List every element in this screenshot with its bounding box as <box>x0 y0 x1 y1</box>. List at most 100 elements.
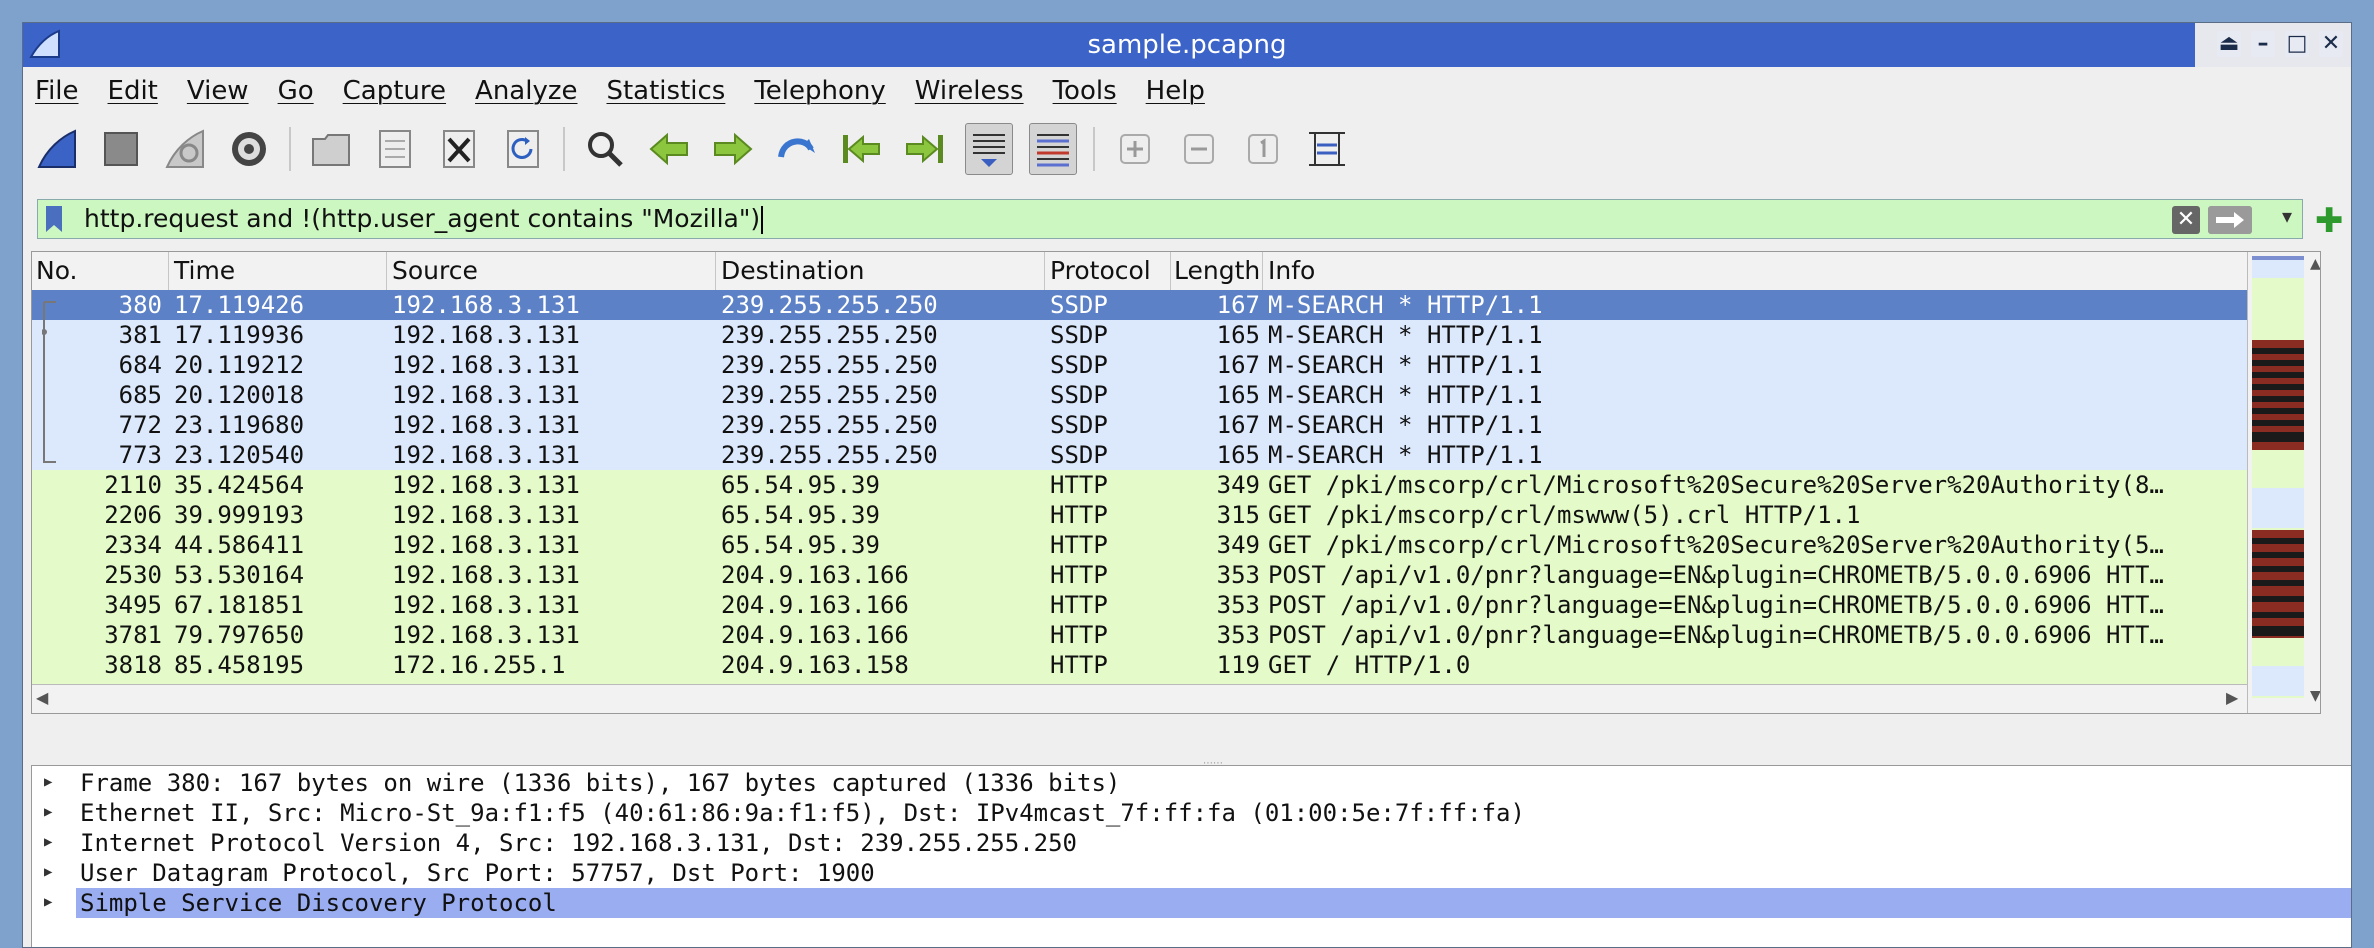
menu-analyze[interactable]: Analyze <box>475 76 577 106</box>
packet-row[interactable]: 3495 67.181851 192.168.3.131 204.9.163.166 H… <box>32 590 2247 620</box>
vertical-scrollbar[interactable]: ▲ ▼ <box>2247 252 2320 713</box>
packet-row[interactable]: 685 20.120018 192.168.3.131 239.255.255.250… <box>32 380 2247 410</box>
column-header-info[interactable]: Info <box>1268 256 1315 285</box>
column-header-source[interactable]: Source <box>392 256 478 285</box>
detail-row-ethernet[interactable]: ▶ Ethernet II, Src: Micro-St_9a:f1:f5 (4… <box>32 798 2351 828</box>
detail-row-ssdp[interactable]: ▶ Simple Service Discovery Protocol <box>32 888 2351 918</box>
expand-arrow-icon[interactable]: ▶ <box>44 894 52 910</box>
maximize-icon[interactable]: □ <box>2285 31 2309 57</box>
go-to-packet-button[interactable] <box>773 123 821 175</box>
cell-src: 192.168.3.131 <box>392 321 580 349</box>
column-divider[interactable] <box>386 252 387 290</box>
packet-row[interactable]: 2206 39.999193 192.168.3.131 65.54.95.39 HTT… <box>32 500 2247 530</box>
display-filter-input[interactable]: http.request and !(http.user_agent conta… <box>84 204 764 234</box>
zoom-in-icon <box>1120 134 1150 164</box>
cell-src: 192.168.3.131 <box>392 351 580 379</box>
packet-row[interactable]: 3818 85.458195 172.16.255.1 204.9.163.158 HT… <box>32 650 2247 680</box>
detail-text: Ethernet II, Src: Micro-St_9a:f1:f5 (40:… <box>80 799 1525 827</box>
packet-row[interactable]: 380 17.119426 192.168.3.131 239.255.255.250… <box>32 290 2247 320</box>
zoom-out-button[interactable] <box>1175 123 1223 175</box>
first-packet-button[interactable] <box>837 123 885 175</box>
menu-view[interactable]: View <box>187 76 249 106</box>
packet-row[interactable]: 2110 35.424564 192.168.3.131 65.54.95.39 HTT… <box>32 470 2247 500</box>
start-capture-button[interactable] <box>33 123 81 175</box>
detail-row-frame[interactable]: ▶ Frame 380: 167 bytes on wire (1336 bit… <box>32 768 2351 798</box>
packet-row[interactable]: 773 23.120540 192.168.3.131 239.255.255.250… <box>32 440 2247 470</box>
shade-icon[interactable]: ⏏ <box>2217 31 2241 57</box>
packet-row[interactable]: 2530 53.530164 192.168.3.131 204.9.163.166 H… <box>32 560 2247 590</box>
restart-capture-button[interactable] <box>161 123 209 175</box>
packet-row[interactable]: 381 17.119936 192.168.3.131 239.255.255.250… <box>32 320 2247 350</box>
filter-history-dropdown-icon[interactable]: ▾ <box>2282 204 2292 228</box>
close-icon[interactable]: ✕ <box>2319 31 2343 57</box>
resize-columns-icon <box>1309 132 1345 166</box>
title-bar[interactable]: sample.pcapng ⏏ – □ ✕ <box>23 23 2351 67</box>
wireshark-window: sample.pcapng ⏏ – □ ✕ File Edit View Go … <box>22 22 2352 948</box>
colorize-button[interactable] <box>1029 123 1077 175</box>
packet-row[interactable]: 684 20.119212 192.168.3.131 239.255.255.250… <box>32 350 2247 380</box>
last-packet-button[interactable] <box>901 123 949 175</box>
reload-file-button[interactable] <box>499 123 547 175</box>
pane-splitter-handle[interactable]: ⋯⋯ <box>1203 758 1233 769</box>
column-header-destination[interactable]: Destination <box>721 256 864 285</box>
column-divider[interactable] <box>1170 252 1171 290</box>
column-divider[interactable] <box>1262 252 1263 290</box>
packet-row[interactable]: 772 23.119680 192.168.3.131 239.255.255.250… <box>32 410 2247 440</box>
stop-capture-button[interactable] <box>97 123 145 175</box>
menu-file[interactable]: File <box>35 76 79 106</box>
scroll-down-icon[interactable]: ▼ <box>2310 688 2320 704</box>
menu-statistics[interactable]: Statistics <box>606 76 725 106</box>
bookmark-icon[interactable] <box>44 204 64 234</box>
colorize-icon <box>1037 134 1069 167</box>
cell-src: 192.168.3.131 <box>392 501 580 529</box>
zoom-in-button[interactable] <box>1111 123 1159 175</box>
display-filter-text: http.request and !(http.user_agent conta… <box>84 204 761 233</box>
expand-arrow-icon[interactable]: ▶ <box>44 774 52 790</box>
menu-edit[interactable]: Edit <box>108 76 158 106</box>
expand-arrow-icon[interactable]: ▶ <box>44 864 52 880</box>
menu-go[interactable]: Go <box>278 76 314 106</box>
packet-minimap[interactable] <box>2252 256 2304 698</box>
column-header-length[interactable]: Length <box>1174 256 1260 285</box>
clear-filter-icon[interactable]: ✕ <box>2172 206 2200 234</box>
scroll-up-icon[interactable]: ▲ <box>2310 256 2320 272</box>
autoscroll-button[interactable] <box>965 123 1013 175</box>
cell-len: 315 <box>1216 501 1260 529</box>
menu-wireless[interactable]: Wireless <box>915 76 1024 106</box>
close-file-button[interactable] <box>435 123 483 175</box>
save-file-button[interactable] <box>371 123 419 175</box>
go-forward-button[interactable] <box>709 123 757 175</box>
apply-filter-icon[interactable] <box>2208 206 2252 234</box>
start-capture-icon <box>37 129 76 168</box>
packet-row[interactable]: 2334 44.586411 192.168.3.131 65.54.95.39 HTT… <box>32 530 2247 560</box>
menu-help[interactable]: Help <box>1146 76 1205 106</box>
normal-size-button[interactable] <box>1239 123 1287 175</box>
packet-row[interactable]: 3781 79.797650 192.168.3.131 204.9.163.166 H… <box>32 620 2247 650</box>
expand-arrow-icon[interactable]: ▶ <box>44 804 52 820</box>
column-divider[interactable] <box>715 252 716 290</box>
add-filter-button-icon[interactable]: ✚ <box>2315 201 2344 241</box>
column-header-protocol[interactable]: Protocol <box>1050 256 1151 285</box>
menu-capture[interactable]: Capture <box>343 76 446 106</box>
column-divider[interactable] <box>168 252 169 290</box>
detail-row-ipv4[interactable]: ▶ Internet Protocol Version 4, Src: 192.… <box>32 828 2351 858</box>
detail-row-udp[interactable]: ▶ User Datagram Protocol, Src Port: 5775… <box>32 858 2351 888</box>
resize-columns-button[interactable] <box>1303 123 1351 175</box>
cell-dst: 239.255.255.250 <box>721 321 938 349</box>
expand-arrow-icon[interactable]: ▶ <box>44 834 52 850</box>
find-packet-button[interactable] <box>581 123 629 175</box>
open-file-button[interactable] <box>307 123 355 175</box>
scroll-left-icon[interactable]: ◀ <box>36 688 48 707</box>
horizontal-scrollbar[interactable]: ◀ ▶ <box>32 684 2247 713</box>
scroll-right-icon[interactable]: ▶ <box>2226 688 2238 707</box>
minimize-icon[interactable]: – <box>2251 31 2275 57</box>
go-back-button[interactable] <box>645 123 693 175</box>
capture-options-button[interactable] <box>225 123 273 175</box>
column-header-no[interactable]: No. <box>36 256 78 285</box>
menu-telephony[interactable]: Telephony <box>754 76 885 106</box>
column-header-time[interactable]: Time <box>174 256 235 285</box>
cell-src: 192.168.3.131 <box>392 621 580 649</box>
detail-text: Frame 380: 167 bytes on wire (1336 bits)… <box>80 769 1121 797</box>
menu-tools[interactable]: Tools <box>1053 76 1117 106</box>
column-divider[interactable] <box>1044 252 1045 290</box>
